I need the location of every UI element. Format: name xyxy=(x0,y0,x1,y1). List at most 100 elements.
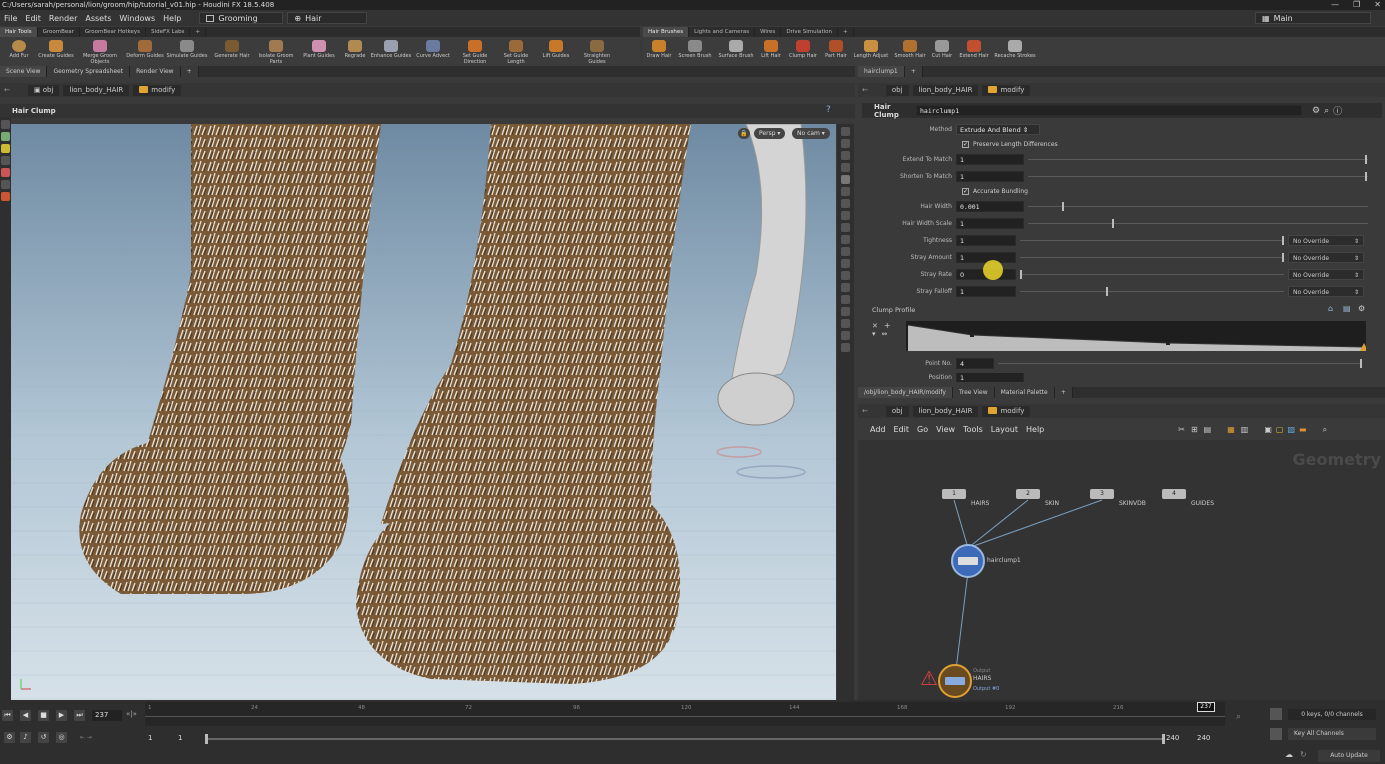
add-tab-icon[interactable]: + xyxy=(180,66,199,77)
hair-width-field[interactable]: 0.001 xyxy=(956,201,1024,212)
ghost-icon[interactable] xyxy=(841,163,850,172)
snap-icon[interactable] xyxy=(1,192,10,201)
point-no-slider[interactable] xyxy=(998,359,1362,368)
viewport-3d[interactable]: 🔒 Persp ▾ No cam ▾ xyxy=(11,124,836,700)
tool-straighten-guides[interactable]: Straighten Guides xyxy=(576,37,618,65)
shelf-tab-groombear-hotkeys[interactable]: GroomBear Hotkeys xyxy=(80,27,147,37)
param-path-modify[interactable]: modify xyxy=(982,84,1031,96)
flipbook-icon[interactable] xyxy=(841,307,850,316)
play-icon[interactable]: ▶ xyxy=(56,710,67,721)
ramp-add-icon[interactable]: + xyxy=(884,321,891,330)
ramp-link-icon[interactable]: ⇔ xyxy=(882,330,888,338)
point-no-field[interactable]: 4 xyxy=(956,358,994,369)
back-arrow-icon[interactable]: ← xyxy=(862,407,868,415)
net-menu-edit[interactable]: Edit xyxy=(890,425,914,437)
tool-set-guide-length[interactable]: Set Guide Length xyxy=(496,37,536,65)
tree-icon[interactable]: ⊞ xyxy=(1191,425,1198,437)
desktop-dropdown[interactable]: Grooming xyxy=(199,12,284,24)
ramp-delete-icon[interactable]: ✕ xyxy=(872,322,878,330)
range-slider[interactable] xyxy=(205,734,1165,744)
maximize-button[interactable]: ❐ xyxy=(1353,0,1360,10)
tool-regrade[interactable]: Regrade xyxy=(340,37,370,60)
help-icon[interactable]: ? xyxy=(826,105,831,115)
shelf-tab-sidefx-labs[interactable]: SideFX Labs xyxy=(146,27,191,37)
hair-width-scale-slider[interactable] xyxy=(1028,219,1368,228)
add-shelf-tab-icon[interactable]: + xyxy=(838,27,854,37)
loop-icon[interactable]: ↺ xyxy=(38,732,49,743)
net-menu-view[interactable]: View xyxy=(932,425,959,437)
ramp-preset-icon[interactable]: ⌂ xyxy=(1328,304,1333,313)
stop-icon[interactable]: ■ xyxy=(38,710,49,721)
output-node[interactable] xyxy=(938,664,972,698)
shorten-field[interactable]: 1 xyxy=(956,171,1024,182)
range-arrows-icon[interactable]: ⇤ ⇥ xyxy=(80,734,92,741)
timeline-ruler[interactable]: 1 24 48 72 96 120 144 168 192 216 237 xyxy=(145,702,1225,726)
bundling-checkbox[interactable]: ✓ xyxy=(962,188,969,195)
points-icon[interactable] xyxy=(841,235,850,244)
back-arrow-icon[interactable]: ← xyxy=(4,86,10,94)
gear-icon[interactable]: ⚙ xyxy=(1312,106,1320,116)
input-node-skinvdb[interactable]: 3 xyxy=(1090,489,1114,499)
light-icon[interactable] xyxy=(841,199,850,208)
minimize-button[interactable]: — xyxy=(1331,0,1339,10)
tool-merge-groom[interactable]: Merge Groom Objects xyxy=(74,37,126,65)
param-preserve[interactable]: ✓ Preserve Length Differences xyxy=(962,138,1058,151)
playhead-marker[interactable]: 237 xyxy=(1197,702,1215,712)
range-end-visible[interactable]: 240 xyxy=(1166,734,1179,742)
shorten-slider[interactable] xyxy=(1028,172,1368,181)
flag-icon[interactable]: ▣ xyxy=(1264,425,1272,437)
shelf-tab-groombear[interactable]: GroomBear xyxy=(38,27,80,37)
realtime-icon[interactable]: ⚙ xyxy=(4,732,15,743)
param-path-lion-body-hair[interactable]: lion_body_HAIR xyxy=(912,84,979,96)
info-icon[interactable]: ⓘ xyxy=(1333,104,1342,117)
stray-falloff-field[interactable]: 1 xyxy=(956,286,1016,297)
key-all-channels-button[interactable]: Key All Channels xyxy=(1288,728,1376,740)
stray-amount-override-dropdown[interactable]: No Override ⇕ xyxy=(1288,252,1364,263)
net-path-modify[interactable]: modify xyxy=(982,405,1031,417)
tool-part-hair[interactable]: Part Hair xyxy=(821,37,851,60)
shelf-tab-hair-brushes[interactable]: Hair Brushes xyxy=(643,27,690,37)
param-path-obj[interactable]: obj xyxy=(885,84,909,96)
network-editor[interactable]: Geometry 1 HAIRS 2 SKIN 3 SKINVDB 4 GUID… xyxy=(858,440,1385,700)
hairclump-node[interactable] xyxy=(951,544,985,578)
visibility-icon[interactable] xyxy=(841,139,850,148)
tool-surface-brush[interactable]: Surface Brush xyxy=(715,37,757,60)
image-icon[interactable]: ▧ xyxy=(1287,425,1295,437)
tool-screen-brush[interactable]: Screen Brush xyxy=(675,37,715,60)
step-back-icon[interactable]: ◀ xyxy=(20,710,31,721)
tool-lift-guides[interactable]: Lift Guides xyxy=(536,37,576,60)
display-options-icon[interactable] xyxy=(841,127,850,136)
tool-clump-hair[interactable]: Clump Hair xyxy=(785,37,821,60)
tab-render-view[interactable]: Render View xyxy=(130,66,181,77)
main-dropdown[interactable]: ▦ Main xyxy=(1255,12,1371,24)
layout-icon[interactable]: ▥ xyxy=(1241,425,1249,437)
net-path-lion-body-hair[interactable]: lion_body_HAIR xyxy=(912,405,979,417)
net-menu-help[interactable]: Help xyxy=(1022,425,1048,437)
tab-scene-view[interactable]: Scene View xyxy=(0,66,48,77)
uv-icon[interactable] xyxy=(841,259,850,268)
tightness-slider[interactable] xyxy=(1020,236,1284,245)
net-menu-go[interactable]: Go xyxy=(913,425,932,437)
menu-file[interactable]: File xyxy=(0,14,21,23)
input-node-guides[interactable]: 4 xyxy=(1162,489,1186,499)
normals-icon[interactable] xyxy=(841,247,850,256)
extend-field[interactable]: 1 xyxy=(956,154,1024,165)
stray-falloff-override-dropdown[interactable]: No Override ⇕ xyxy=(1288,286,1364,297)
range-icon[interactable]: ◎ xyxy=(56,732,67,743)
jump-end-icon[interactable]: ⏭ xyxy=(74,710,85,721)
hair-width-scale-field[interactable]: 1 xyxy=(956,218,1024,229)
info-icon[interactable] xyxy=(841,343,850,352)
add-tab-icon[interactable]: + xyxy=(904,66,923,77)
current-frame-field[interactable]: 237 xyxy=(92,710,122,721)
method-dropdown[interactable]: Extrude And Blend ⇕ xyxy=(956,124,1040,135)
path-obj[interactable]: ▣ obj xyxy=(27,84,60,96)
background-icon[interactable] xyxy=(841,271,850,280)
list-icon[interactable]: ▤ xyxy=(1204,425,1212,437)
snapshot-icon[interactable] xyxy=(841,331,850,340)
refresh-icon[interactable]: ↻ xyxy=(1300,750,1307,759)
hair-width-slider[interactable] xyxy=(1028,202,1368,211)
preserve-checkbox[interactable]: ✓ xyxy=(962,141,969,148)
keyframe-icon[interactable] xyxy=(1270,708,1282,720)
audio-scrub-icon[interactable]: ♪ xyxy=(20,732,31,743)
node-name-field[interactable]: hairclump1 xyxy=(916,105,1302,116)
